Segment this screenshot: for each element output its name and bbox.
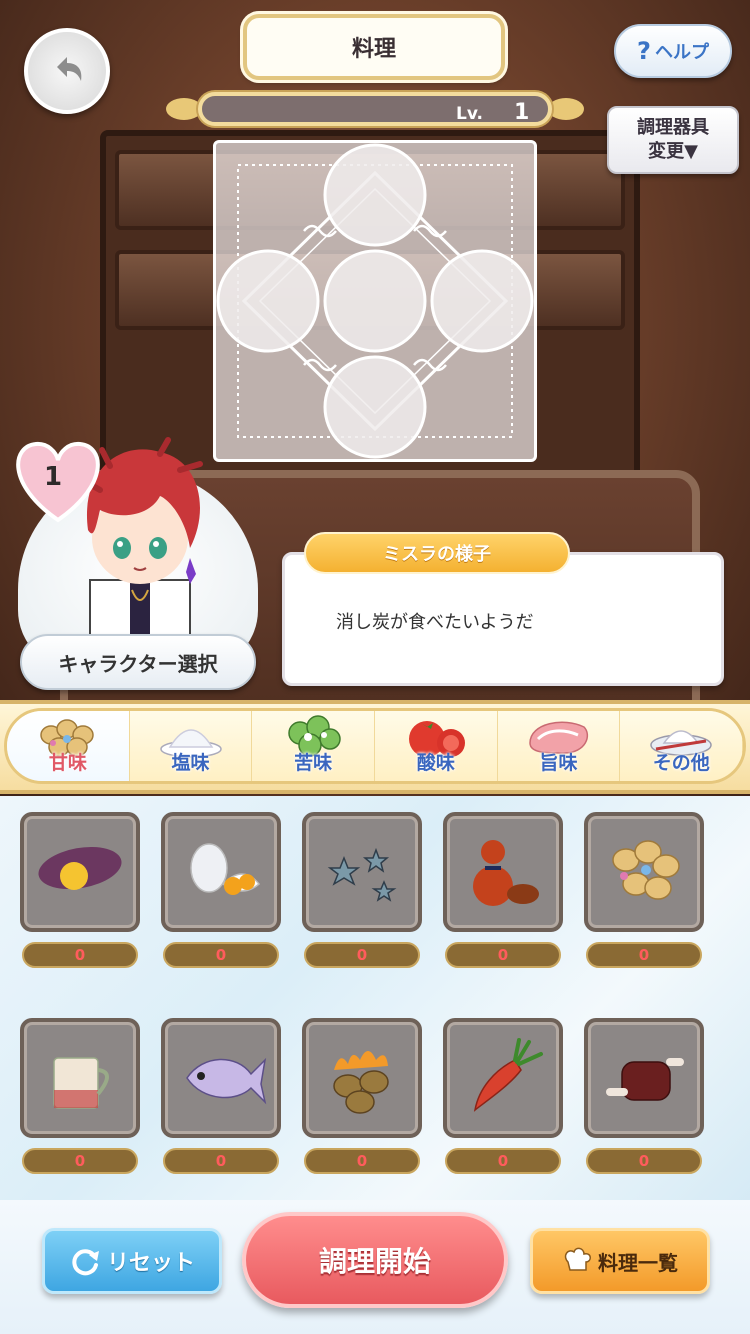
ingredient-cell[interactable]: 0	[443, 812, 563, 968]
level-bar	[198, 92, 552, 126]
tab-other[interactable]: その他	[620, 711, 743, 781]
ingredient-cell[interactable]: 0	[443, 1018, 563, 1174]
ingredient-cell[interactable]: 0	[161, 1018, 281, 1174]
ingredient-slot[interactable]	[161, 812, 281, 932]
status-title: ミスラの様子	[383, 544, 491, 565]
plate-slot	[430, 249, 534, 353]
plate-slot	[216, 249, 320, 353]
ingredient-grid: 0 0 0 0 0 0 0 0 0 0	[20, 812, 704, 1174]
ingredient-slot[interactable]	[443, 812, 563, 932]
nuts-icon	[612, 840, 680, 900]
carrot-icon	[473, 1038, 543, 1112]
ingredient-count: 0	[445, 1148, 561, 1174]
question-icon: ?	[637, 37, 651, 65]
ingredient-cell[interactable]: 0	[161, 812, 281, 968]
status-message: 消し炭が食べたいようだ	[336, 612, 534, 633]
ingredient-count: 0	[163, 942, 279, 968]
reset-button[interactable]: リセット	[42, 1228, 222, 1294]
help-button[interactable]: ? ヘルプ	[614, 24, 732, 78]
sweet-potato-icon	[38, 846, 122, 890]
start-cooking-label: 調理開始	[318, 1245, 431, 1278]
help-label: ヘルプ	[654, 42, 709, 63]
burning-potato-icon	[333, 1051, 389, 1114]
start-cooking-button[interactable]: 調理開始	[242, 1212, 508, 1308]
tab-salty[interactable]: 塩味	[129, 711, 253, 781]
chef-hat-icon	[564, 1247, 591, 1271]
tab-label: 塩味	[171, 752, 210, 774]
ingredient-count: 0	[22, 1148, 138, 1174]
egg-icon	[190, 843, 261, 895]
ingredient-slot[interactable]	[443, 1018, 563, 1138]
ornament	[548, 98, 584, 120]
ingredient-count: 0	[304, 942, 420, 968]
recipe-list-label: 料理一覧	[598, 1250, 678, 1275]
tab-label: 旨味	[539, 752, 578, 774]
ingredient-count: 0	[304, 1148, 420, 1174]
plate-pattern	[216, 143, 534, 459]
tab-umami[interactable]: 旨味	[497, 711, 621, 781]
tab-bitter[interactable]: 苦味	[252, 711, 376, 781]
star-candy-icon	[327, 847, 397, 902]
plate-slot	[323, 355, 427, 459]
ingredient-slot[interactable]	[302, 812, 422, 932]
ingredient-cell[interactable]: 0	[20, 1018, 140, 1174]
recipe-list-button[interactable]: 料理一覧	[530, 1228, 710, 1294]
reset-label: リセット	[106, 1251, 195, 1276]
tab-label: 酸味	[416, 752, 455, 774]
affection-level: 1	[44, 462, 63, 492]
ingredient-cell[interactable]: 0	[584, 1018, 704, 1174]
ingredient-slot[interactable]	[584, 812, 704, 932]
ingredient-count: 0	[586, 942, 702, 968]
change-cookware-button[interactable]: 調理器具 変更▼	[607, 106, 739, 174]
ingredient-slot[interactable]	[302, 1018, 422, 1138]
ingredient-count: 0	[445, 942, 561, 968]
ingredient-plate	[213, 140, 537, 462]
bone-meat-icon	[606, 1058, 684, 1101]
flavor-tab-bar: 甘味 塩味 苦味 酸味 旨味 その他	[4, 708, 746, 784]
tab-sour[interactable]: 酸味	[375, 711, 498, 781]
plate-slot	[323, 249, 427, 353]
character-select-label: キャラクター選択	[58, 651, 218, 676]
level-label: Lv.	[456, 104, 483, 124]
ingredient-count: 0	[22, 942, 138, 968]
ingredient-slot[interactable]	[20, 812, 140, 932]
tab-sweet[interactable]: 甘味	[7, 711, 130, 781]
back-arrow-icon	[57, 57, 82, 81]
tab-label: 甘味	[48, 752, 87, 774]
tab-label: その他	[652, 752, 710, 774]
fish-icon	[186, 1057, 267, 1105]
page-title: 料理	[243, 14, 505, 80]
page-title-text: 料理	[351, 37, 396, 62]
ingredient-count: 0	[586, 1148, 702, 1174]
ingredient-cell[interactable]: 0	[20, 812, 140, 968]
refresh-icon	[72, 1249, 99, 1276]
level-value: 1	[514, 100, 530, 125]
ingredient-slot[interactable]	[161, 1018, 281, 1138]
status-title-badge: ミスラの様子	[304, 532, 570, 574]
back-button[interactable]	[24, 28, 110, 114]
gourd-icon	[473, 840, 539, 906]
plate-slot	[323, 143, 427, 247]
character-select-button[interactable]: キャラクター選択	[20, 634, 256, 690]
milk-mug-icon	[53, 1057, 109, 1109]
ingredient-slot[interactable]	[20, 1018, 140, 1138]
cookware-label-line1: 調理器具	[637, 117, 709, 138]
ingredient-cell[interactable]: 0	[302, 812, 422, 968]
tab-label: 苦味	[294, 752, 333, 774]
ornament	[166, 98, 202, 120]
ingredient-cell[interactable]: 0	[302, 1018, 422, 1174]
cookware-label-line2: 変更▼	[648, 141, 698, 162]
ingredient-slot[interactable]	[584, 1018, 704, 1138]
ingredient-cell[interactable]: 0	[584, 812, 704, 968]
ingredient-count: 0	[163, 1148, 279, 1174]
